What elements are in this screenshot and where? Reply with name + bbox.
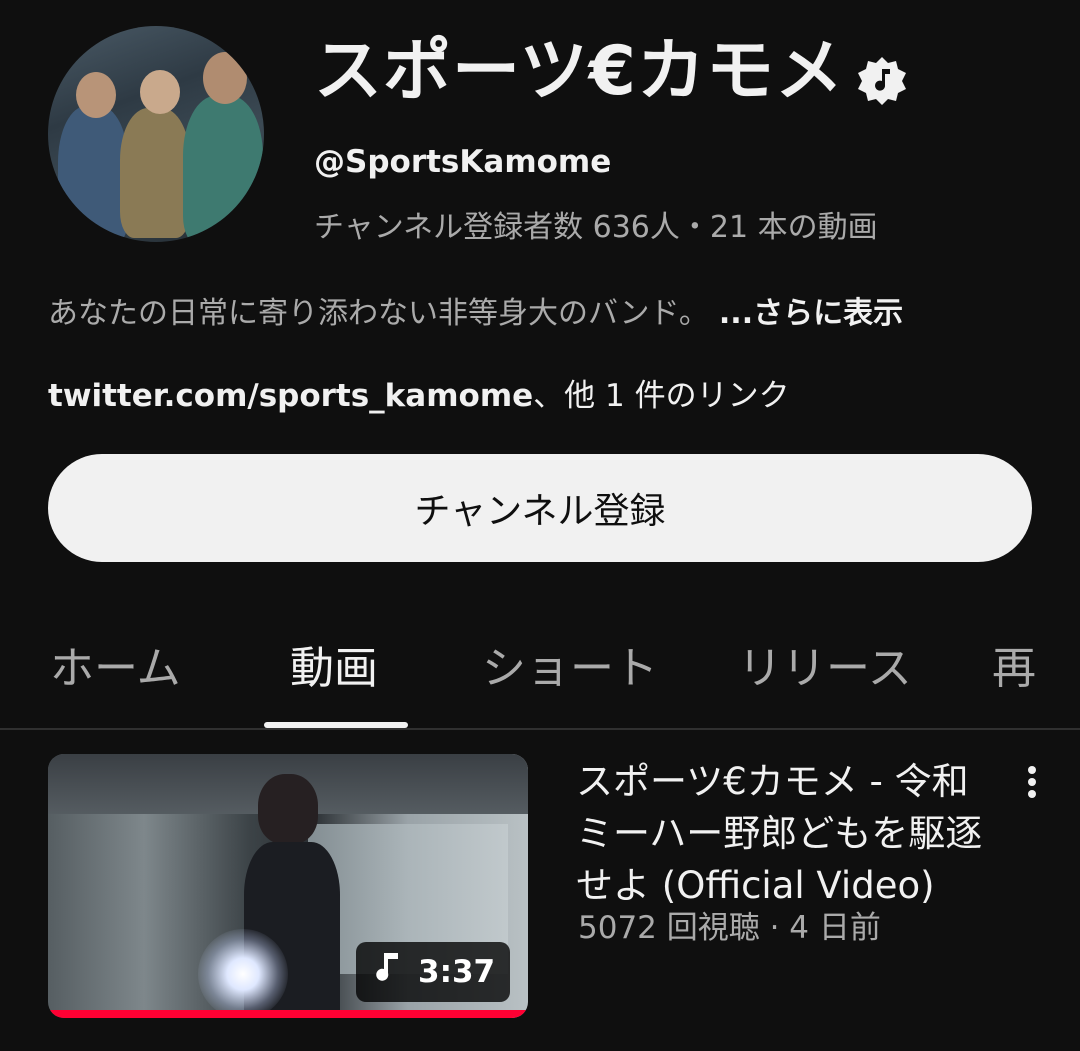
channel-description[interactable]: あなたの日常に寄り添わない非等身大のバンド。 ...さらに表示 [48,288,903,332]
duration-badge: 3:37 [356,942,510,1002]
music-note-icon [374,951,404,993]
light-glare [198,929,288,1018]
subscribe-button[interactable]: チャンネル登録 [48,454,1032,562]
tab-home[interactable]: ホーム [50,632,181,696]
channel-title: スポーツ€カモメ [314,32,844,111]
more-options-icon[interactable] [1016,762,1048,802]
description-text: あなたの日常に寄り添わない非等身大のバンド。 [48,296,709,331]
tab-videos[interactable]: 動画 [290,632,378,696]
show-more-link[interactable]: ...さらに表示 [719,296,903,331]
tab-shorts[interactable]: ショート [482,632,658,696]
channel-avatar[interactable] [48,26,264,242]
tab-playlists-partial[interactable]: 再 [992,632,1036,696]
tabs-divider [0,728,1080,730]
video-thumbnail[interactable]: 3:37 [48,754,528,1018]
video-meta: 5072 回視聴 · 4 日前 [578,910,881,946]
duration-text: 3:37 [418,954,496,990]
watch-progress-bar [48,1010,528,1018]
music-note-verified-icon [856,55,908,107]
video-title[interactable]: スポーツ€カモメ - 令和ミーハー野郎どもを駆逐せよ (Official Vid… [576,756,996,912]
tab-releases[interactable]: リリース [738,632,912,696]
more-links-text: 、他 1 件のリンク [533,378,790,414]
channel-handle: @SportsKamome [314,144,612,180]
twitter-link[interactable]: twitter.com/sports_kamome [48,378,533,414]
channel-links[interactable]: twitter.com/sports_kamome、他 1 件のリンク [48,370,790,415]
channel-stats: チャンネル登録者数 636人・21 本の動画 [314,210,878,245]
